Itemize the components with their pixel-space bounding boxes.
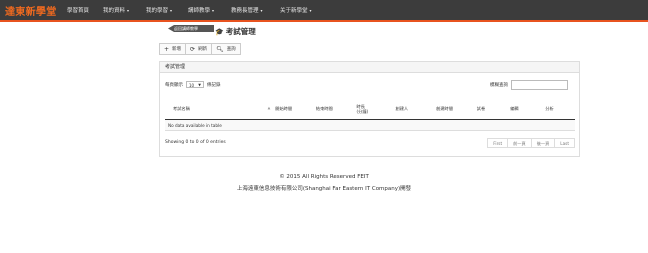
search-control: 模糊查詢 xyxy=(490,80,568,90)
pagination: First 前一頁 後一頁 Last xyxy=(487,138,575,148)
page-last-button[interactable]: Last xyxy=(554,138,575,148)
header-label: 考試名稱 xyxy=(173,105,190,111)
top-navbar: 達東新學堂 學習首頁 我的資料 ▾ 我的學習 ▾ 講師教學 ▾ 教務長管理 ▾ 关于新學… xyxy=(0,0,648,22)
col-start-time[interactable]: 開始時間 xyxy=(273,98,314,120)
nav-label: 关于新學堂 xyxy=(280,8,308,14)
refresh-icon: ⟳ xyxy=(190,45,196,53)
empty-message: No data available in table xyxy=(165,119,575,131)
refresh-label: 刷新 xyxy=(198,47,208,52)
header-label: 編輯 xyxy=(510,105,519,111)
col-created-time[interactable]: 創建時間 xyxy=(434,98,475,120)
query-button[interactable]: 🔍︎ 查詢 xyxy=(211,43,241,55)
search-input[interactable] xyxy=(511,80,568,90)
nav-label: 我的資料 xyxy=(103,8,126,14)
table-header-row: 考試名稱 ▲ 開始時間 結束時間 時長 (分鐘) 創建人 創建時間 試卷 編輯 分… xyxy=(165,98,575,120)
brand-logo[interactable]: 達東新學堂 xyxy=(5,3,57,18)
page-title-text: 考試管理 xyxy=(225,27,256,36)
page-length-select[interactable]: 10 ▼ xyxy=(186,81,204,88)
col-edit[interactable]: 編輯 xyxy=(508,98,544,120)
panel-title: 考試管理 xyxy=(160,62,579,73)
page-title: 🎓 考試管理 xyxy=(215,26,256,37)
caret-down-icon: ▾ xyxy=(309,8,312,13)
col-analysis[interactable]: 分析 xyxy=(543,98,575,120)
toolbar: + 新增 ⟳ 刷新 🔍︎ 查詢 xyxy=(159,43,241,55)
page-length-value: 10 xyxy=(189,83,195,88)
exam-table: 考試名稱 ▲ 開始時間 結束時間 時長 (分鐘) 創建人 創建時間 試卷 編輯 分… xyxy=(165,98,575,131)
col-end-time[interactable]: 結束時間 xyxy=(313,98,355,120)
footer-company: 上海遠東信息技術有限公司(Shanghai Far Eastern IT Com… xyxy=(236,186,412,192)
header-label: 開始時間 xyxy=(275,105,293,111)
sort-asc-icon: ▲ xyxy=(267,106,271,110)
nav-item-dean-management[interactable]: 教務長管理 ▾ xyxy=(231,6,263,14)
header-label: 結束時間 xyxy=(315,105,333,111)
page-next-button[interactable]: 後一頁 xyxy=(530,138,556,148)
page-prev-button[interactable]: 前一頁 xyxy=(507,138,532,148)
header-label: 時長 (分鐘) xyxy=(356,103,369,114)
exam-panel: 考試管理 每頁顯示 10 ▼ 條記錄 模糊查詢 考試名稱 ▲ 開始時間 結束時間 時… xyxy=(159,61,580,157)
nav-item-home[interactable]: 學習首頁 xyxy=(67,6,89,14)
footer-copyright: © 2015 All Rights Reserved FEIT xyxy=(279,174,369,180)
chevron-down-icon: ▼ xyxy=(198,83,201,87)
table-info: Showing 0 to 0 of 0 entries xyxy=(165,140,226,145)
header-label: 創建時間 xyxy=(436,105,453,111)
search-icon: 🔍︎ xyxy=(216,45,224,53)
page-first-button[interactable]: First xyxy=(487,138,509,148)
page-length-control: 每頁顯示 10 ▼ 條記錄 xyxy=(165,81,221,88)
length-prefix: 每頁顯示 xyxy=(165,82,183,88)
header-label: 創建人 xyxy=(395,105,409,111)
nav-label: 教務長管理 xyxy=(231,8,259,14)
nav-label: 學習首頁 xyxy=(67,8,90,14)
nav-item-my-learning[interactable]: 我的學習 ▾ xyxy=(146,6,172,14)
graduation-cap-icon: 🎓 xyxy=(215,28,224,36)
col-creator[interactable]: 創建人 xyxy=(393,98,435,120)
table-row: No data available in table xyxy=(165,119,575,131)
add-button[interactable]: + 新增 xyxy=(159,43,187,55)
length-suffix: 條記錄 xyxy=(207,82,221,88)
caret-down-icon: ▾ xyxy=(212,8,215,13)
nav-label: 講師教學 xyxy=(188,8,211,14)
query-label: 查詢 xyxy=(226,47,236,52)
nav-label: 我的學習 xyxy=(146,8,169,14)
caret-down-icon: ▾ xyxy=(127,8,130,13)
header-label: 分析 xyxy=(545,105,554,111)
caret-down-icon: ▾ xyxy=(260,8,263,13)
refresh-button[interactable]: ⟳ 刷新 xyxy=(185,43,213,55)
back-breadcrumb[interactable]: 返回講師教學 xyxy=(168,25,214,32)
col-duration[interactable]: 時長 (分鐘) xyxy=(354,98,394,120)
col-paper[interactable]: 試卷 xyxy=(474,98,509,120)
plus-icon: + xyxy=(164,45,170,53)
add-label: 新增 xyxy=(172,47,182,52)
search-label: 模糊查詢 xyxy=(490,83,508,88)
caret-down-icon: ▾ xyxy=(170,8,173,13)
col-exam-name[interactable]: 考試名稱 ▲ xyxy=(165,98,274,120)
nav-item-my-profile[interactable]: 我的資料 ▾ xyxy=(103,6,129,14)
nav-item-lecturer-teaching[interactable]: 講師教學 ▾ xyxy=(188,6,214,14)
nav-item-about[interactable]: 关于新學堂 ▾ xyxy=(280,6,312,14)
header-label: 試卷 xyxy=(476,105,486,111)
